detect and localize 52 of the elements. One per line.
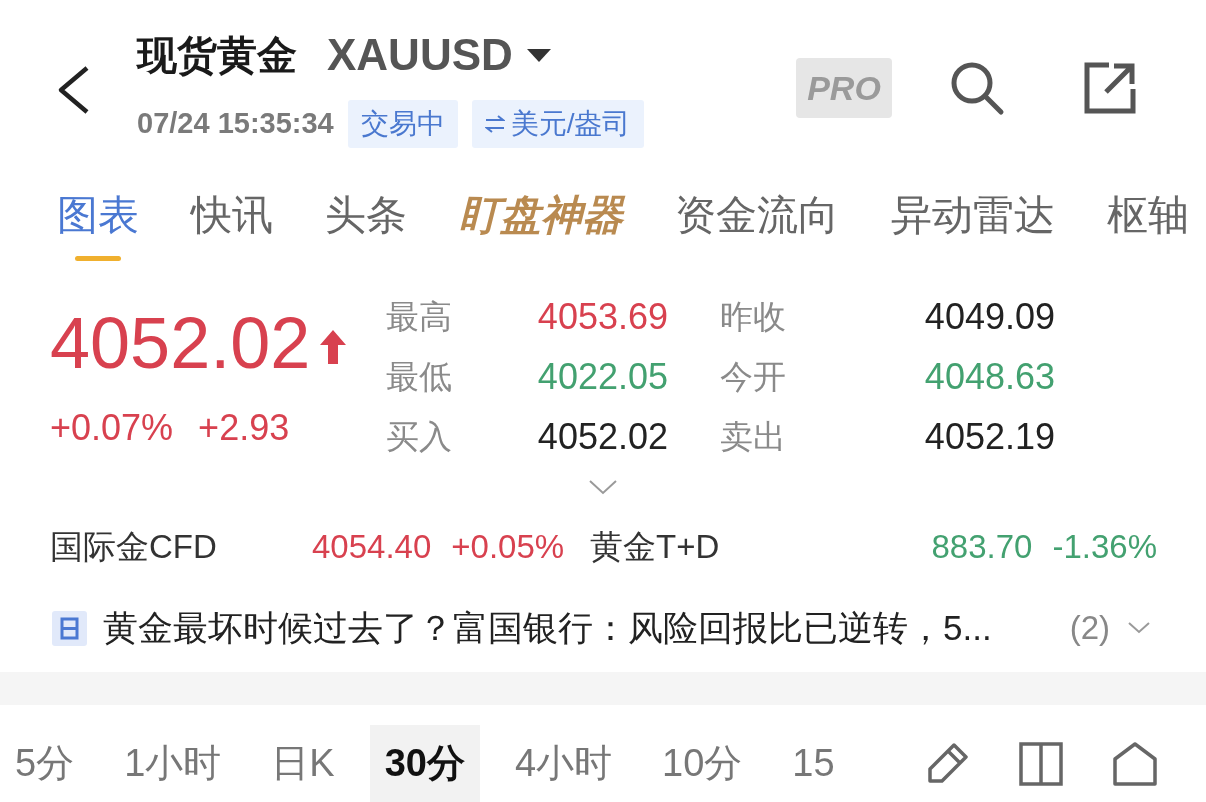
tab[interactable]: 资金流向 [675,190,839,261]
change-amount: +2.93 [198,406,290,450]
stat-label: 今开 [720,357,787,398]
status-badge: 交易中 [347,100,458,148]
market-price: 4054.40 [312,527,432,568]
panel-layout-icon[interactable] [1018,740,1064,787]
stat-value: 4053.69 [536,295,668,339]
market-name: 国际金CFD [50,527,218,568]
expand-chevron-icon[interactable] [588,479,618,495]
tab[interactable]: 头条 [325,190,407,261]
stat-value: 4022.05 [536,355,668,399]
change-percent: +0.07% [50,406,174,450]
active-tab-indicator [75,256,121,261]
stat-value: 4052.19 [923,415,1055,459]
market-change: -1.36% [1052,527,1157,568]
stat-label: 最高 [386,297,453,338]
interval-tab[interactable]: 日K [256,725,350,802]
house-icon[interactable] [1112,740,1158,787]
interval-tab[interactable]: 1小时 [109,725,237,802]
interval-tab[interactable]: 10分 [647,725,758,802]
stat-value: 4052.02 [536,415,668,459]
tab[interactable]: 图表 [57,190,139,261]
expand-chevron-icon[interactable] [1128,622,1150,634]
market-change: +0.05% [451,527,565,568]
stat-label: 昨收 [720,297,787,338]
tab[interactable]: 枢轴 [1107,190,1189,261]
market-price: 883.70 [931,527,1033,568]
share-icon[interactable] [1082,60,1138,116]
symbol-dropdown[interactable]: XAUUSD [327,22,551,88]
timestamp: 07/24 15:35:34 [137,106,334,142]
news-headline[interactable]: 黄金最坏时候过去了？富国银行：风险回报比已逆转，5... [103,601,992,655]
stat-label: 卖出 [720,417,787,458]
tab[interactable]: 异动雷达 [891,190,1055,261]
news-icon [52,610,87,646]
dropdown-triangle-icon [526,48,551,62]
interval-tab[interactable]: 15 [777,725,850,802]
tab[interactable]: 快讯 [191,190,273,261]
market-name: 黄金T+D [590,527,721,568]
instrument-title: 现货黄金 [137,32,297,79]
search-icon[interactable] [949,60,1005,116]
interval-tab[interactable]: 4小时 [499,725,628,802]
news-count: (2) [1069,608,1110,649]
unit-switch-button[interactable]: 美元/盎司 [471,100,644,148]
stat-label: 最低 [386,357,453,398]
interval-tab[interactable]: 30分 [369,725,480,802]
stat-value: 4049.09 [923,295,1055,339]
stat-label: 买入 [386,417,453,458]
stat-value: 4048.63 [923,355,1055,399]
swap-icon [484,115,505,133]
last-price: 4052.02 [50,302,311,385]
pro-badge[interactable]: PRO [796,58,892,118]
interval-tab[interactable]: 5分 [0,725,90,802]
